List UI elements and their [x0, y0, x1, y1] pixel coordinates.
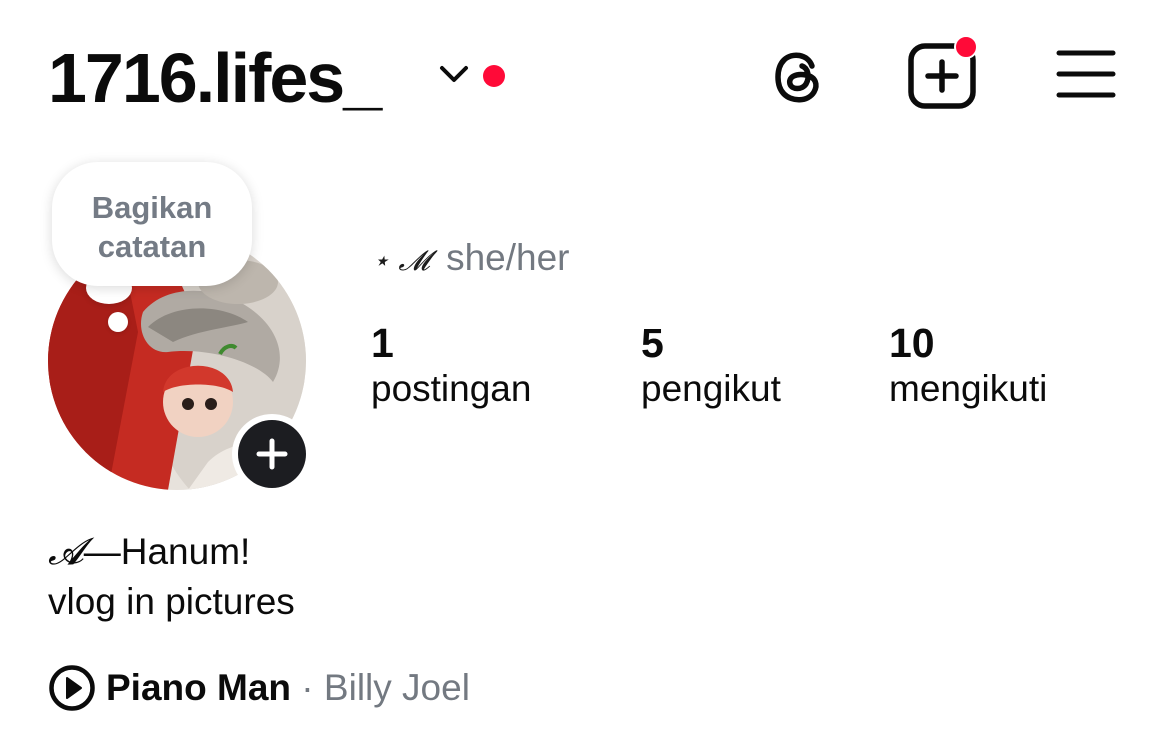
stat-posts[interactable]: 1 postingan	[371, 320, 531, 412]
threads-icon[interactable]	[766, 44, 830, 108]
profile-bio: 𝓐—Hanum! vlog in pictures	[48, 527, 295, 627]
bio-decoration: 𝓐	[48, 530, 84, 573]
note-bubble-text: Bagikan catatan	[91, 190, 213, 264]
stat-following[interactable]: 10 mengikuti	[889, 320, 1047, 412]
pronouns-text: she/her	[446, 237, 570, 278]
profile-music[interactable]: Piano Man · Billy Joel	[106, 666, 470, 710]
stat-followers-label: pengikut	[641, 368, 781, 409]
bio-line-2: vlog in pictures	[48, 581, 295, 622]
pronouns: ⋆ 𝓜 she/her	[372, 236, 570, 283]
play-icon[interactable]	[48, 664, 96, 712]
plus-icon	[256, 438, 288, 470]
stat-posts-label: postingan	[371, 368, 532, 409]
note-bubble-dot	[108, 312, 128, 332]
menu-icon[interactable]	[1056, 48, 1116, 100]
pronouns-decoration: ⋆ 𝓜	[372, 244, 430, 277]
chevron-down-icon[interactable]	[438, 62, 470, 86]
account-notification-dot	[483, 65, 505, 87]
song-artist: Billy Joel	[323, 667, 470, 708]
song-title: Piano Man	[106, 667, 292, 708]
stat-followers[interactable]: 5 pengikut	[641, 320, 781, 412]
stat-posts-count: 1	[371, 320, 394, 366]
profile-username[interactable]: 1716.lifes_	[48, 38, 382, 118]
bio-line-1-text: —Hanum!	[83, 531, 251, 572]
add-story-button[interactable]	[232, 414, 312, 494]
create-notification-dot	[954, 35, 978, 59]
bio-line-1: 𝓐—Hanum!	[48, 527, 295, 577]
song-separator: ·	[291, 667, 324, 708]
stat-following-count: 10	[889, 320, 935, 366]
stat-followers-count: 5	[641, 320, 664, 366]
stat-following-label: mengikuti	[889, 368, 1048, 409]
